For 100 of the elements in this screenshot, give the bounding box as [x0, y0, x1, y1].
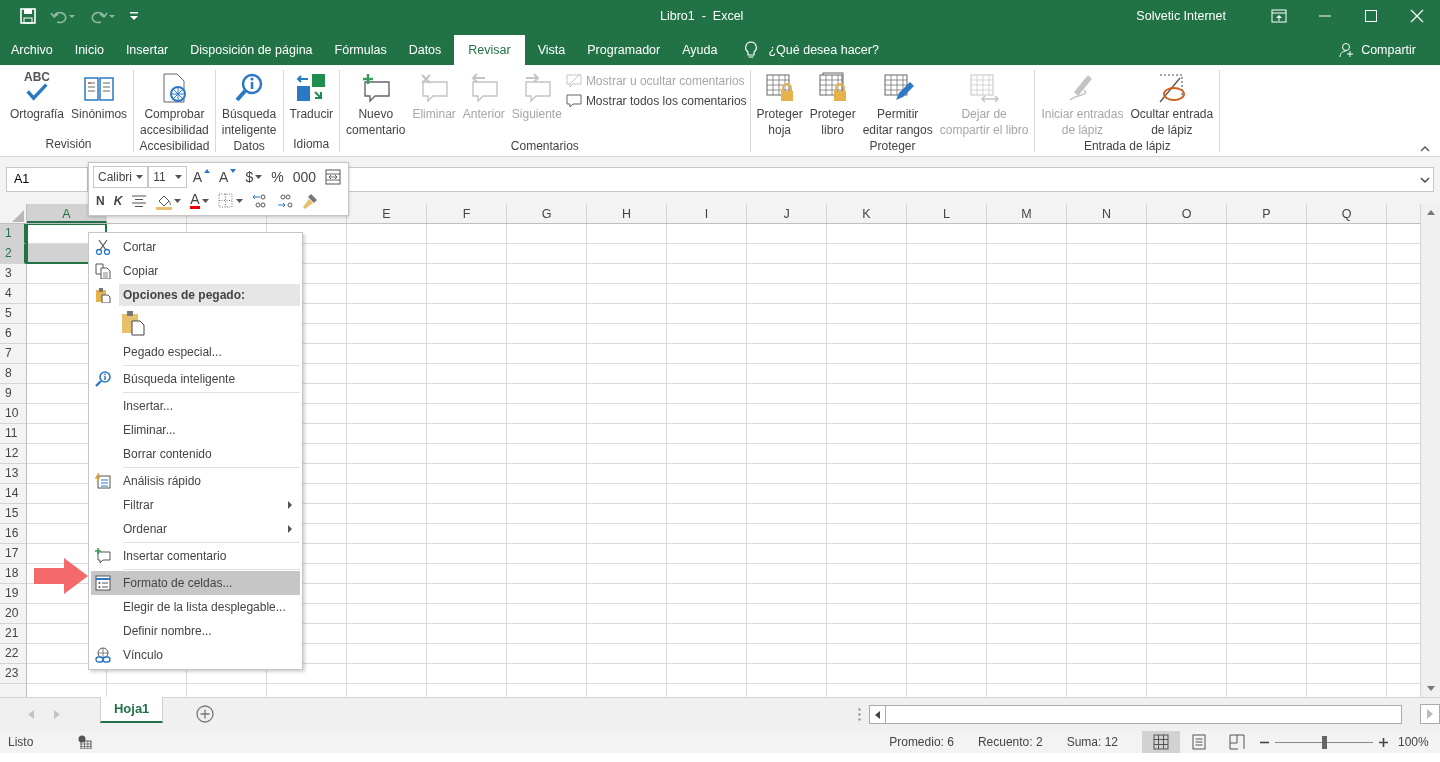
row-header[interactable]: 11 — [0, 424, 26, 444]
scroll-left-icon[interactable] — [875, 710, 880, 719]
font-field[interactable]: Calibri — [93, 166, 149, 188]
customize-icon[interactable] — [130, 12, 138, 20]
ribbon-button[interactable]: Sinónimos — [68, 70, 131, 136]
close-icon[interactable] — [1409, 9, 1425, 23]
maximize-icon[interactable] — [1363, 9, 1379, 23]
menu-item[interactable]: Pegado especial... — [91, 340, 300, 364]
menu-item[interactable]: Borrar contenido — [91, 442, 300, 466]
font-color-button[interactable]: A — [187, 193, 212, 209]
menu-item[interactable]: Análisis rápido — [91, 469, 300, 493]
ribbon-button[interactable]: Comprobar accesibilidad — [137, 70, 212, 138]
name-box[interactable]: A1 — [6, 167, 88, 192]
column-header[interactable]: I — [667, 204, 747, 223]
ribbon-tab[interactable]: Inicio — [65, 35, 113, 65]
column-header[interactable]: H — [587, 204, 667, 223]
row-header[interactable]: 6 — [0, 324, 26, 344]
menu-item[interactable]: Elegir de la lista desplegable... — [91, 595, 300, 619]
row-header[interactable]: 12 — [0, 444, 26, 464]
expand-icon[interactable] — [1420, 176, 1430, 183]
zoom-thumb[interactable] — [1322, 735, 1327, 749]
row-header[interactable]: 4 — [0, 284, 26, 304]
macro-record-icon[interactable] — [78, 735, 92, 749]
row-header[interactable]: 16 — [0, 524, 26, 544]
italic-button[interactable]: K — [110, 194, 126, 208]
row-header[interactable]: 2 — [0, 244, 26, 264]
column-header[interactable]: K — [827, 204, 907, 223]
ribbon-button[interactable]: Traducir — [286, 70, 337, 136]
ribbon-tab[interactable]: Insertar — [116, 35, 178, 65]
column-header[interactable]: L — [907, 204, 987, 223]
row-header[interactable]: 21 — [0, 624, 26, 644]
wrap-text-icon[interactable] — [325, 169, 341, 185]
row-header[interactable]: 9 — [0, 384, 26, 404]
menu-item[interactable]: Definir nombre... — [91, 619, 300, 643]
ribbon-button[interactable]: Ocultar entrada de lápiz — [1127, 70, 1217, 138]
menu-item[interactable]: Insertar... — [91, 394, 300, 418]
row-header[interactable]: 7 — [0, 344, 26, 364]
ribbon-button[interactable]: Nuevo comentario — [343, 70, 409, 138]
menu-item[interactable]: Vínculo — [91, 643, 300, 667]
zoom-in-icon[interactable] — [1379, 737, 1388, 747]
share-button[interactable]: Compartir — [1339, 35, 1416, 65]
add-sheet-icon[interactable] — [196, 705, 215, 723]
ribbon-tab[interactable]: Datos — [399, 35, 451, 65]
font-size-field[interactable]: 11 — [148, 166, 187, 188]
column-header[interactable]: F — [427, 204, 507, 223]
font-grow-button[interactable]: A — [189, 169, 214, 185]
row-header[interactable]: 3 — [0, 264, 26, 284]
row-header[interactable]: 13 — [0, 464, 26, 484]
format-button[interactable]: % — [268, 169, 287, 185]
menu-item[interactable]: Cortar — [91, 235, 300, 259]
column-header[interactable]: O — [1147, 204, 1227, 223]
ribbon-tab[interactable]: Programador — [578, 35, 670, 65]
column-header[interactable]: P — [1227, 204, 1307, 223]
row-header[interactable]: 14 — [0, 484, 26, 504]
column-header[interactable]: M — [987, 204, 1067, 223]
row-header[interactable]: 17 — [0, 544, 26, 564]
ribbon-tab[interactable]: Disposición de página — [181, 35, 322, 65]
column-header[interactable]: N — [1067, 204, 1147, 223]
currency-button[interactable]: $ — [242, 169, 266, 185]
increase-decimal-icon[interactable] — [276, 192, 293, 210]
row-header[interactable]: 19 — [0, 584, 26, 604]
menu-item[interactable]: Formato de celdas... — [91, 571, 300, 595]
row-header[interactable]: 18 — [0, 564, 26, 584]
zoom-level[interactable]: 100% — [1388, 735, 1440, 749]
scroll-up-icon[interactable] — [1426, 210, 1435, 215]
ribbon-button[interactable]: Permitir editar rangos — [859, 70, 936, 138]
dropdown-icon[interactable] — [255, 175, 263, 179]
row-header[interactable]: 10 — [0, 404, 26, 424]
scroll-down-icon[interactable] — [1426, 686, 1435, 691]
sheet-tab[interactable]: Hoja1 — [99, 697, 164, 723]
format-painter-icon[interactable] — [301, 192, 318, 210]
dropdown-icon[interactable] — [174, 175, 182, 179]
column-header[interactable]: J — [747, 204, 827, 223]
menu-item[interactable]: Búsqueda inteligente — [91, 367, 300, 391]
user-name[interactable]: Solvetic Internet — [1136, 9, 1226, 23]
menu-item[interactable]: Eliminar... — [91, 418, 300, 442]
paste-icon[interactable] — [121, 310, 145, 336]
page-break-icon[interactable] — [1229, 734, 1245, 750]
column-header[interactable]: G — [507, 204, 587, 223]
ribbon-button[interactable]: Búsqueda inteligente — [218, 70, 280, 138]
ribbon-tab[interactable]: Archivo — [2, 35, 62, 65]
decrease-decimal-icon[interactable] — [251, 192, 268, 210]
ribbon-display-icon[interactable] — [1271, 9, 1287, 23]
tell-me-field[interactable]: ¿Qué desea hacer? — [768, 43, 879, 57]
menu-item[interactable]: Copiar — [91, 259, 300, 283]
row-header[interactable]: 20 — [0, 604, 26, 624]
ribbon-tab[interactable]: Vista — [528, 35, 575, 65]
menu-item[interactable]: Filtrar — [91, 493, 300, 517]
dropdown-icon[interactable] — [136, 175, 144, 179]
row-header[interactable]: 8 — [0, 364, 26, 384]
align-center-icon[interactable] — [131, 192, 148, 210]
collapse-icon[interactable] — [1420, 146, 1430, 152]
ribbon-button[interactable]: Proteger libro — [806, 70, 859, 138]
ribbon-tab[interactable]: Fórmulas — [325, 35, 396, 65]
ribbon-tab[interactable]: Revisar — [454, 35, 525, 65]
row-header[interactable]: 22 — [0, 644, 26, 664]
row-header[interactable]: 23 — [0, 664, 26, 684]
ribbon-button[interactable]: ABC Ortografía — [7, 70, 68, 136]
ribbon-button[interactable]: Proteger hoja — [753, 70, 806, 138]
column-header[interactable]: Q — [1307, 204, 1387, 223]
